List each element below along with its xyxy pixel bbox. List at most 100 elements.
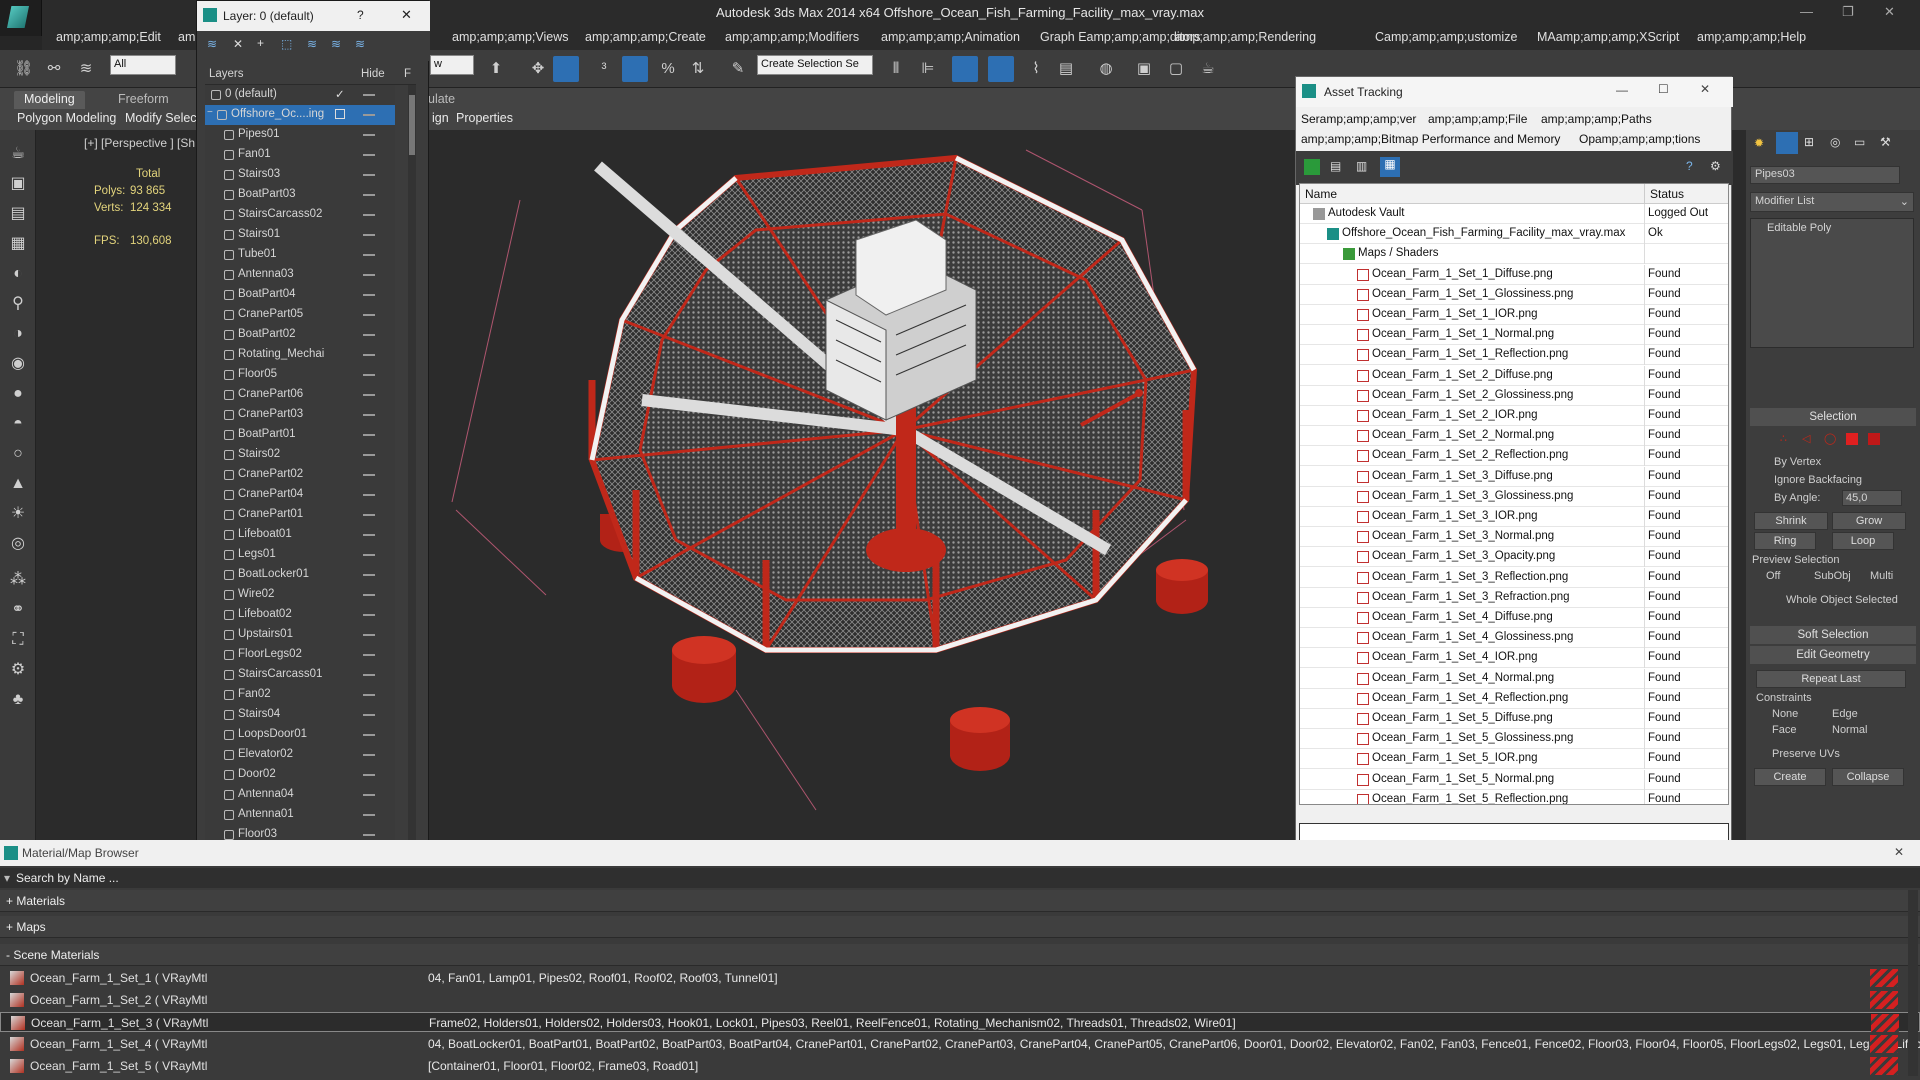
map-file-row[interactable]: Ocean_Farm_1_Set_1_Reflection.png Found (1300, 345, 1728, 366)
constraint-edge-radio[interactable]: Edge (1832, 708, 1858, 720)
collapse-icon[interactable]: − (207, 107, 213, 118)
add-to-layer-icon[interactable]: + (257, 36, 264, 50)
map-file-row[interactable]: Ocean_Farm_1_Set_4_Glossiness.png Found (1300, 628, 1728, 649)
create-button[interactable]: Create (1754, 768, 1826, 786)
map-file-row[interactable]: Ocean_Farm_1_Set_3_Opacity.png Found (1300, 547, 1728, 568)
menu-item[interactable]: amp;amp;amp;Rendering (1175, 30, 1316, 44)
teapot-icon[interactable]: ☕ (8, 144, 28, 164)
constraint-normal-radio[interactable]: Normal (1832, 724, 1867, 736)
ring-button[interactable]: Ring (1754, 532, 1816, 550)
close-icon[interactable]: ✕ (401, 7, 412, 23)
collapse-button[interactable]: Collapse (1832, 768, 1904, 786)
hide-toggle[interactable] (363, 814, 375, 816)
render-icon[interactable]: ◉ (8, 354, 28, 374)
menu-item[interactable]: amp;amp;amp;Help (1697, 30, 1806, 44)
hide-toggle[interactable] (363, 674, 375, 676)
select-objects-icon[interactable]: ⬚ (281, 37, 292, 51)
layer-object-row[interactable]: BoatPart04 (205, 285, 395, 305)
map-file-row[interactable]: Ocean_Farm_1_Set_4_IOR.png Found (1300, 648, 1728, 669)
hide-toggle[interactable] (363, 594, 375, 596)
bone-icon[interactable]: ⚭ (8, 600, 28, 620)
map-file-row[interactable]: Ocean_Farm_1_Set_3_Diffuse.png Found (1300, 466, 1728, 487)
layer-object-row[interactable]: Stairs02 (205, 445, 395, 465)
map-file-row[interactable]: Ocean_Farm_1_Set_3_Reflection.png Found (1300, 567, 1728, 588)
element-icon[interactable] (1868, 433, 1880, 445)
hide-toggle[interactable] (363, 774, 375, 776)
app-menu-button[interactable] (0, 0, 42, 36)
map-file-row[interactable]: Ocean_Farm_1_Set_5_Reflection.png Found (1300, 789, 1728, 804)
category-materials[interactable]: + Materials (0, 890, 1920, 912)
preview-subobj-radio[interactable]: SubObj (1814, 570, 1851, 582)
hide-toggle[interactable] (363, 194, 375, 196)
hide-all-icon[interactable]: ≋ (331, 37, 341, 51)
menu-item[interactable]: Camp;amp;amp;ustomize (1375, 30, 1517, 44)
edge-icon[interactable]: ◁ (1802, 432, 1810, 445)
ribbon-properties[interactable]: Properties (456, 111, 513, 125)
render-setup-icon[interactable]: ▣ (1136, 61, 1152, 77)
layer-row-selected[interactable]: − Offshore_Oc....ing (205, 105, 395, 125)
ribbon-design[interactable]: ign (432, 111, 449, 125)
map-file-row[interactable]: Ocean_Farm_1_Set_1_Normal.png Found (1300, 325, 1728, 346)
grow-button[interactable]: Grow (1832, 512, 1906, 530)
maximize-icon[interactable]: ☐ (1658, 82, 1669, 96)
asset-menu-paths[interactable]: amp;amp;amp;Paths (1541, 112, 1652, 126)
map-file-row[interactable]: Ocean_Farm_1_Set_1_Diffuse.png Found (1300, 264, 1728, 285)
minimize-icon[interactable]: — (1616, 83, 1628, 97)
soft-selection-rollout-header[interactable]: Soft Selection (1750, 626, 1916, 644)
angle-snap-button[interactable] (622, 56, 648, 82)
col-freeze[interactable]: F (404, 68, 411, 80)
stack-item-editable-poly[interactable]: Editable Poly (1753, 221, 1911, 237)
particle-icon[interactable]: ⁂ (8, 570, 28, 590)
render-frame-icon[interactable]: ▢ (1168, 61, 1184, 77)
modify-tab-icon[interactable] (1776, 132, 1798, 154)
menu-item[interactable]: am (178, 30, 195, 44)
shrink-button[interactable]: Shrink (1754, 512, 1828, 530)
menu-item[interactable]: MAamp;amp;amp;XScript (1537, 30, 1679, 44)
hide-toggle[interactable] (363, 534, 375, 536)
hide-toggle[interactable] (363, 694, 375, 696)
layer-object-row[interactable]: Antenna01 (205, 805, 395, 825)
hide-toggle[interactable] (363, 794, 375, 796)
layer-object-row[interactable]: StairsCarcass01 (205, 665, 395, 685)
layer-dialog-header[interactable]: Layer: 0 (default) ? ✕ (197, 1, 430, 31)
vault-row[interactable]: Autodesk Vault Logged Out (1300, 204, 1728, 224)
viewport-label[interactable]: [+] [Perspective ] [Sh (84, 136, 195, 150)
object-name-field[interactable]: Pipes03 (1750, 166, 1900, 184)
light-icon[interactable]: ◐ (8, 264, 28, 284)
maps-shaders-row[interactable]: Maps / Shaders (1300, 244, 1728, 265)
loop-button[interactable]: Loop (1832, 532, 1894, 550)
hide-toggle[interactable] (363, 634, 375, 636)
map-file-row[interactable]: Ocean_Farm_1_Set_1_IOR.png Found (1300, 305, 1728, 325)
maximize-icon[interactable]: ❐ (1842, 4, 1854, 20)
layer-object-row[interactable]: Floor05 (205, 365, 395, 385)
hide-toggle[interactable] (363, 454, 375, 456)
tree-view-icon[interactable]: ▥ (1356, 159, 1367, 173)
layer-object-row[interactable]: BoatPart03 (205, 185, 395, 205)
tab-modeling[interactable]: Modeling (14, 91, 85, 109)
highlight-layer-icon[interactable]: ≋ (307, 37, 317, 51)
minimize-icon[interactable]: — (1800, 4, 1813, 19)
col-layers[interactable]: Layers (209, 68, 244, 80)
material-editor-icon[interactable]: ◍ (1098, 61, 1114, 77)
layer-object-row[interactable]: Door02 (205, 765, 395, 785)
hide-toggle[interactable] (363, 314, 375, 316)
pyramid-icon[interactable]: ▲ (8, 474, 28, 494)
edit-geometry-rollout-header[interactable]: Edit Geometry (1750, 646, 1916, 664)
hide-toggle[interactable] (363, 234, 375, 236)
list-view-icon[interactable]: ▤ (1330, 159, 1341, 173)
schematic-view-icon[interactable]: ▤ (1058, 61, 1074, 77)
edit-named-selection-icon[interactable]: ✎ (730, 61, 746, 77)
plant-icon[interactable]: ♣ (8, 690, 28, 710)
map-file-row[interactable]: Ocean_Farm_1_Set_4_Normal.png Found (1300, 668, 1728, 689)
table-view-icon[interactable]: ▦ (1380, 157, 1400, 177)
hide-toggle[interactable] (363, 254, 375, 256)
hide-toggle[interactable] (363, 494, 375, 496)
map-file-row[interactable]: Ocean_Farm_1_Set_3_Normal.png Found (1300, 527, 1728, 548)
border-icon[interactable]: ◯ (1824, 432, 1836, 445)
layer-object-row[interactable]: Stairs04 (205, 705, 395, 725)
layer-object-row[interactable]: Rotating_Mechai (205, 345, 395, 365)
layer-object-row[interactable]: Lifeboat01 (205, 525, 395, 545)
hide-toggle[interactable] (363, 134, 375, 136)
hide-toggle[interactable] (363, 294, 375, 296)
hide-toggle[interactable] (363, 374, 375, 376)
